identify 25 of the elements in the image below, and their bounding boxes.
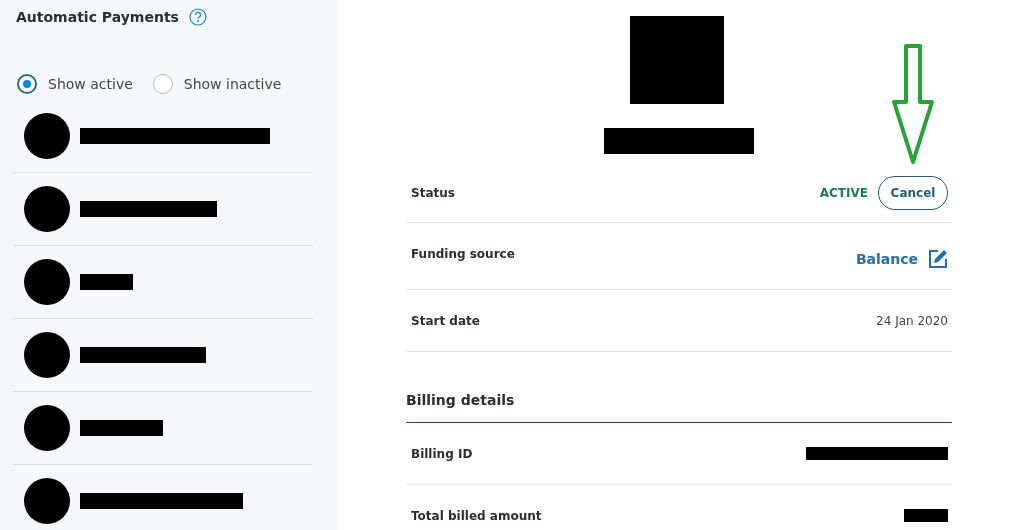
redaction-bar <box>904 509 948 522</box>
avatar <box>24 186 70 232</box>
avatar <box>24 259 70 305</box>
date-value: 24 Jan 2020 <box>876 313 948 328</box>
status-text: ACTIVE <box>819 186 868 200</box>
avatar <box>24 478 70 524</box>
field-label: Billing ID <box>411 446 473 461</box>
radio-option[interactable]: Show active <box>17 74 133 94</box>
field-label: Start date <box>411 313 480 328</box>
field-label: Total billed amount <box>411 508 542 523</box>
redaction-bar <box>80 274 133 290</box>
avatar <box>24 405 70 451</box>
field-label: Funding source <box>411 247 515 261</box>
field-label: Status <box>411 186 455 200</box>
radio-button[interactable] <box>17 74 37 94</box>
cancel-button[interactable]: Cancel <box>878 176 948 210</box>
radio-button[interactable] <box>152 74 173 94</box>
funding-link[interactable]: Balance <box>855 251 918 267</box>
edit-icon[interactable] <box>928 249 948 269</box>
section-title: Billing details <box>406 352 952 423</box>
section-title: Automatic Payments <box>16 9 179 25</box>
avatar <box>24 113 70 159</box>
radio-option[interactable]: Show inactive <box>152 74 282 94</box>
help-icon[interactable] <box>188 8 207 26</box>
avatar <box>24 332 70 378</box>
